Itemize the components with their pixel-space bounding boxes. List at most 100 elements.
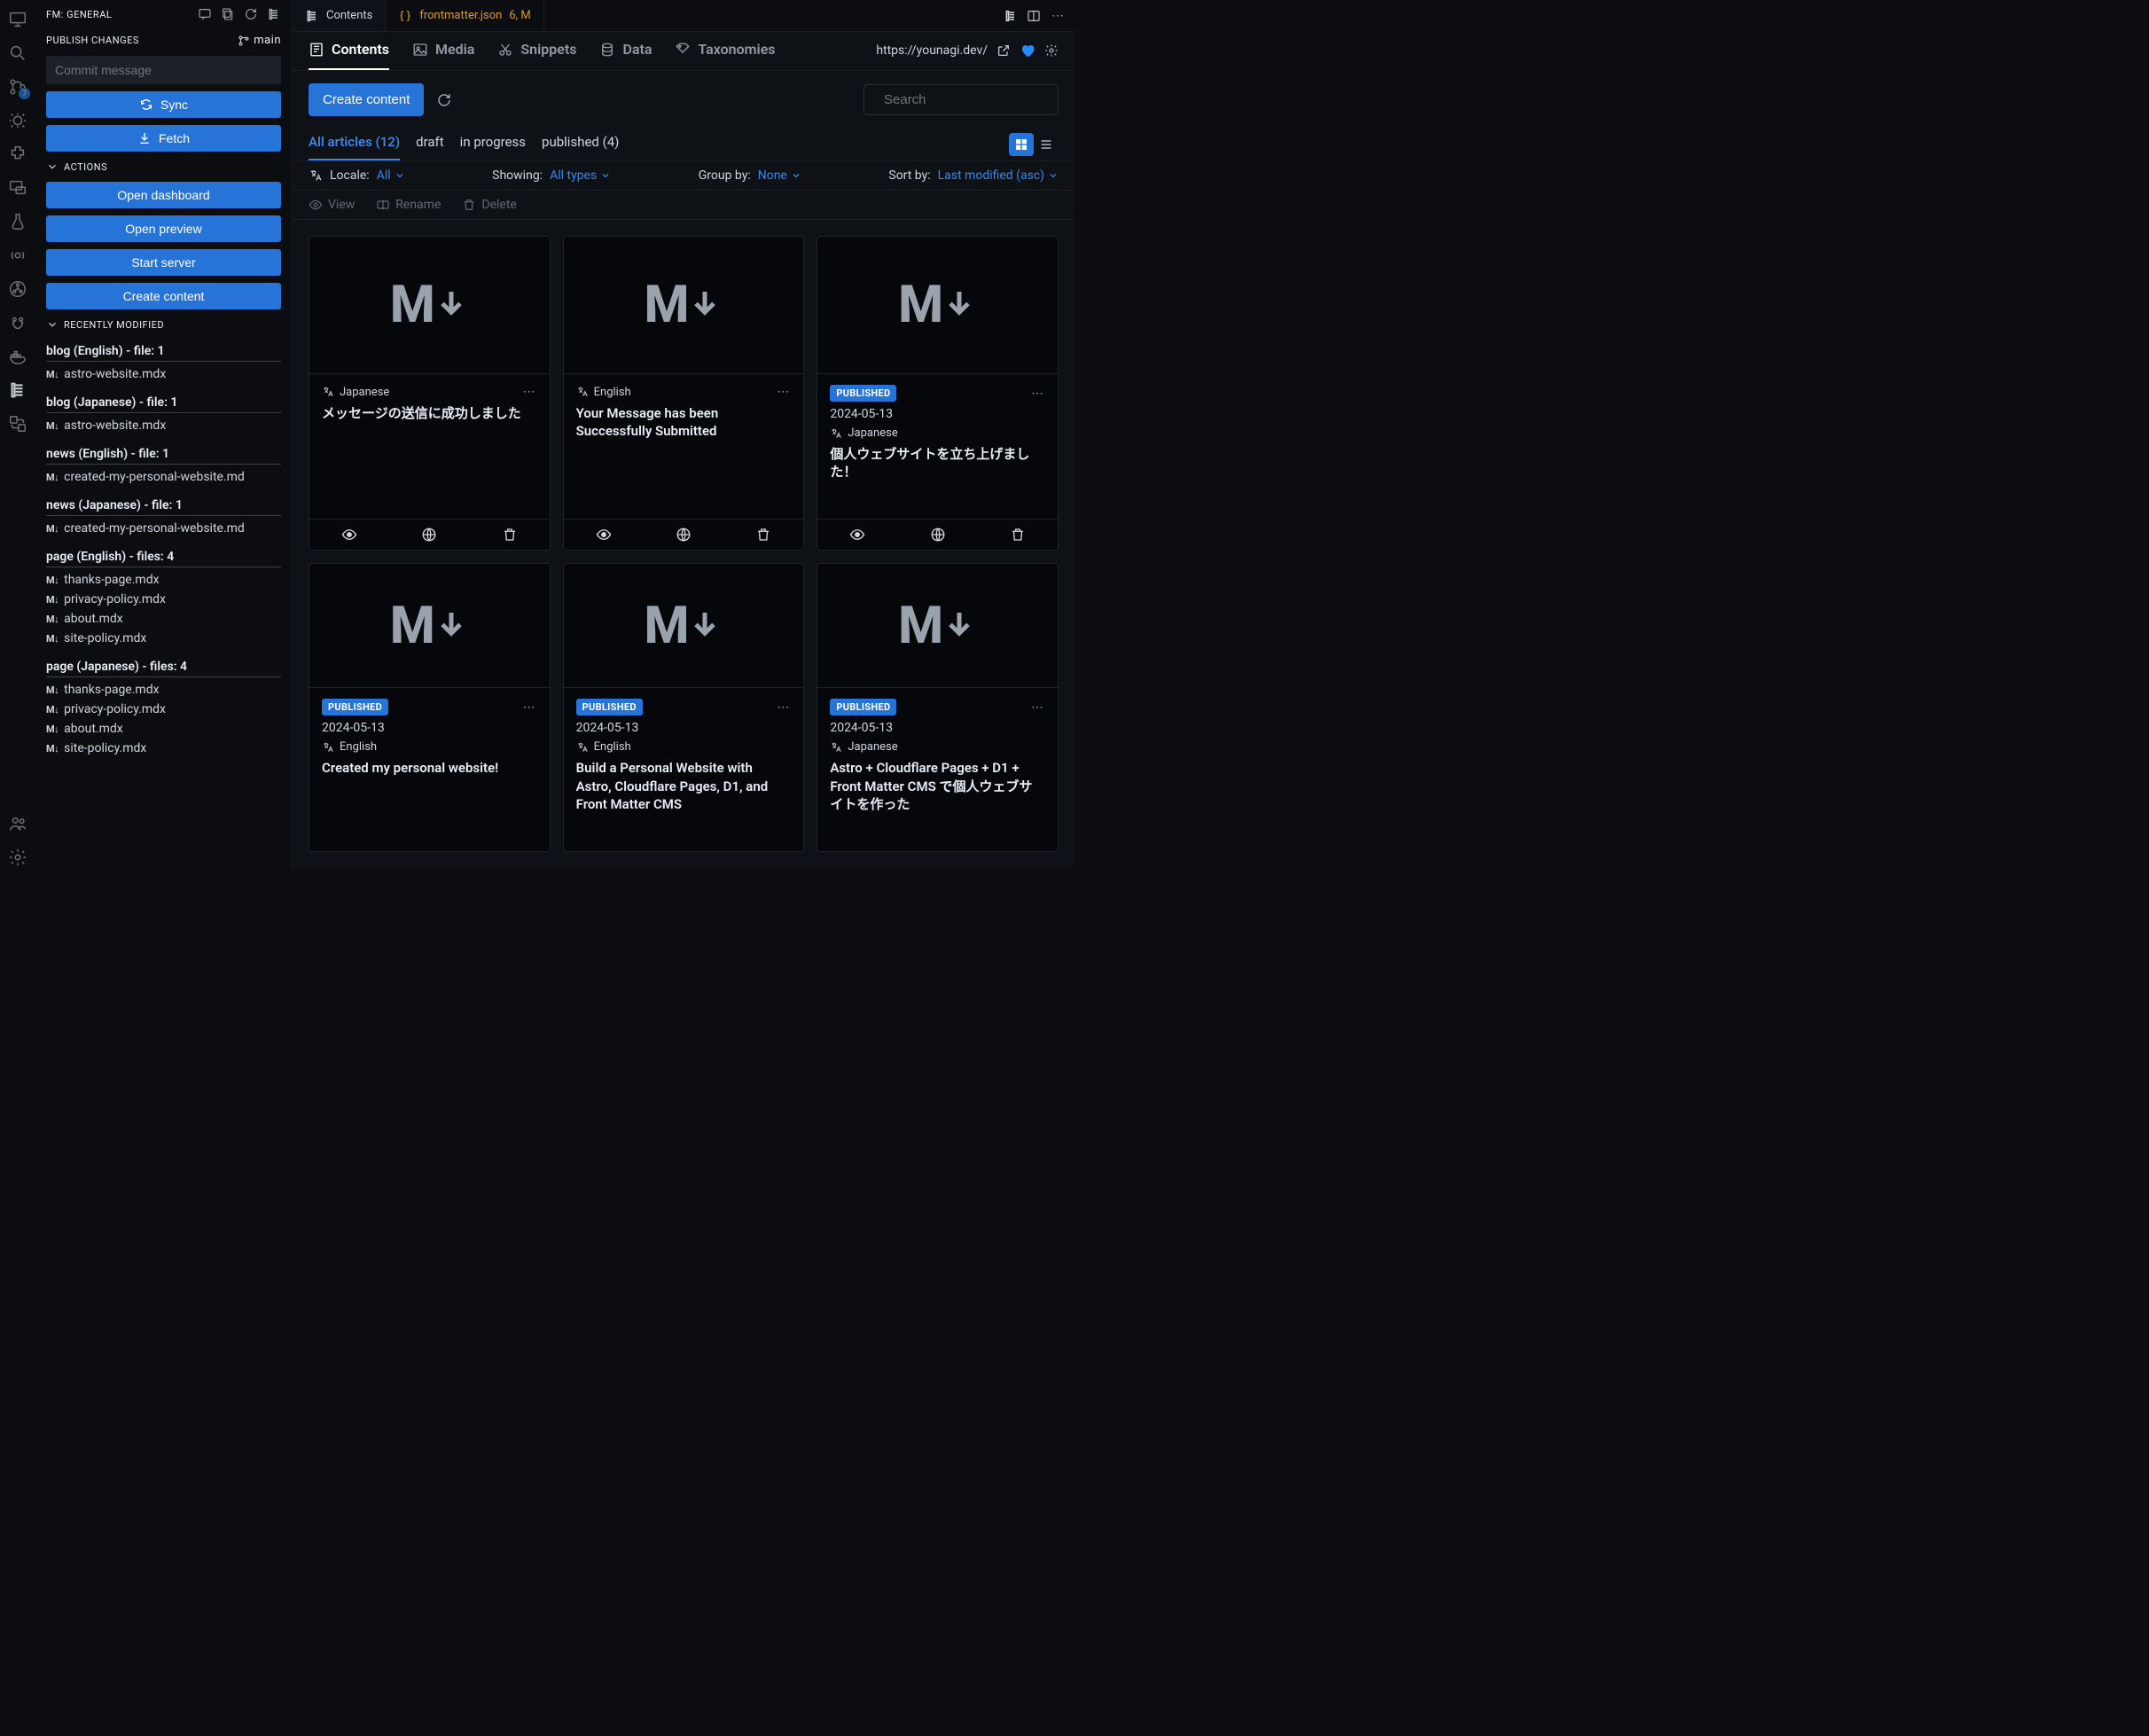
refresh-icon[interactable] — [436, 92, 452, 108]
start-server-button[interactable]: Start server — [46, 249, 281, 276]
recent-group: blog (Japanese) - file: 1M↓astro-website… — [35, 387, 292, 439]
sync-button[interactable]: Sync — [46, 91, 281, 118]
testing-icon[interactable] — [7, 211, 28, 232]
content-card[interactable]: MJapanese⋯メッセージの送信に成功しました — [309, 236, 551, 551]
recent-file-item[interactable]: M↓site-policy.mdx — [46, 629, 281, 648]
card-language: Japanese — [830, 426, 1045, 440]
nav-media[interactable]: Media — [412, 41, 474, 70]
live-icon[interactable] — [7, 245, 28, 266]
refresh-small-icon[interactable] — [244, 7, 258, 21]
grid-view-toggle[interactable] — [1009, 133, 1034, 156]
extensions-icon[interactable] — [7, 144, 28, 165]
recent-file-item[interactable]: M↓privacy-policy.mdx — [46, 590, 281, 609]
search-input[interactable] — [884, 92, 1060, 107]
content-card[interactable]: MPUBLISHED⋯2024-05-13Japanese個人ウェブサイトを立ち… — [817, 236, 1059, 551]
tab-overflow-icon[interactable]: ⋯ — [1050, 9, 1066, 23]
action-rename[interactable]: Rename — [376, 198, 441, 212]
card-delete-icon[interactable] — [502, 527, 518, 543]
tab-frontmatter-json[interactable]: frontmatter.json 6, M — [386, 0, 543, 31]
actions-section[interactable]: ACTIONS — [35, 155, 292, 178]
filter-in-progress[interactable]: in progress — [460, 129, 526, 160]
source-control-icon[interactable]: 7 — [7, 76, 28, 98]
docker-icon[interactable] — [7, 346, 28, 367]
action-delete[interactable]: Delete — [462, 198, 516, 212]
heart-icon[interactable] — [1020, 43, 1035, 59]
card-globe-icon[interactable] — [930, 527, 946, 543]
comment-icon[interactable] — [198, 7, 212, 21]
card-menu-icon[interactable]: ⋯ — [1029, 700, 1045, 715]
create-content-button-sidebar[interactable]: Create content — [46, 283, 281, 309]
settings-icon[interactable] — [7, 847, 28, 868]
nav-snippets[interactable]: Snippets — [497, 41, 576, 70]
search-icon[interactable] — [7, 43, 28, 64]
accounts-icon[interactable] — [7, 813, 28, 834]
content-card[interactable]: MPUBLISHED⋯2024-05-13EnglishBuild a Pers… — [563, 563, 805, 852]
card-view-icon[interactable] — [341, 527, 357, 543]
branch-indicator[interactable]: main — [238, 34, 281, 47]
open-preview-button[interactable]: Open preview — [46, 215, 281, 242]
nav-data[interactable]: Data — [599, 41, 652, 70]
frontmatter-icon[interactable] — [7, 379, 28, 401]
recent-file-item[interactable]: M↓about.mdx — [46, 609, 281, 629]
sort-filter[interactable]: Sort by: Last modified (asc) — [888, 168, 1059, 183]
card-globe-icon[interactable] — [421, 527, 437, 543]
content-card[interactable]: MEnglish⋯Your Message has been Successfu… — [563, 236, 805, 551]
list-view-toggle[interactable] — [1034, 133, 1059, 156]
remote-icon[interactable] — [7, 177, 28, 199]
recent-file-item[interactable]: M↓site-policy.mdx — [46, 739, 281, 758]
markdown-file-icon: M↓ — [46, 614, 59, 625]
open-external-icon[interactable] — [996, 43, 1011, 58]
recent-file-item[interactable]: M↓created-my-personal-website.md — [46, 519, 281, 538]
recently-modified-section[interactable]: RECENTLY MODIFIED — [35, 313, 292, 336]
container-icon[interactable] — [7, 413, 28, 434]
markdown-file-icon: M↓ — [46, 743, 59, 755]
fm-small-icon[interactable] — [267, 7, 281, 21]
card-globe-icon[interactable] — [676, 527, 692, 543]
card-menu-icon[interactable]: ⋯ — [521, 385, 537, 399]
card-view-icon[interactable] — [596, 527, 612, 543]
nav-taxonomies[interactable]: Taxonomies — [675, 41, 775, 70]
card-view-icon[interactable] — [849, 527, 865, 543]
filter-published[interactable]: published (4) — [542, 129, 619, 160]
nav-contents[interactable]: Contents — [309, 41, 389, 70]
card-menu-icon[interactable]: ⋯ — [775, 385, 791, 399]
tab-contents[interactable]: Contents — [293, 0, 386, 31]
copy-icon[interactable] — [221, 7, 235, 21]
card-delete-icon[interactable] — [1010, 527, 1026, 543]
recent-file-item[interactable]: M↓astro-website.mdx — [46, 416, 281, 435]
open-dashboard-button[interactable]: Open dashboard — [46, 182, 281, 208]
card-menu-icon[interactable]: ⋯ — [1029, 387, 1045, 401]
split-editor-icon[interactable] — [1027, 9, 1041, 23]
fm-tab-icon[interactable] — [1004, 9, 1018, 23]
git-graph-icon[interactable] — [7, 278, 28, 300]
create-content-button[interactable]: Create content — [309, 83, 424, 116]
gear-icon[interactable] — [1044, 43, 1059, 58]
card-title: Created my personal website! — [322, 759, 537, 777]
locale-filter[interactable]: Locale: All — [309, 168, 405, 183]
recent-file-item[interactable]: M↓thanks-page.mdx — [46, 680, 281, 700]
content-card[interactable]: MPUBLISHED⋯2024-05-13EnglishCreated my p… — [309, 563, 551, 852]
card-menu-icon[interactable]: ⋯ — [775, 700, 791, 715]
site-url[interactable]: https://younagi.dev/ — [876, 43, 988, 58]
debug-icon[interactable] — [7, 110, 28, 131]
group-filter[interactable]: Group by: None — [699, 168, 801, 183]
recent-file-item[interactable]: M↓astro-website.mdx — [46, 364, 281, 384]
filter-all-articles[interactable]: All articles (12) — [309, 129, 400, 160]
file-name: astro-website.mdx — [64, 418, 166, 433]
action-view[interactable]: View — [309, 198, 355, 212]
search-box[interactable] — [864, 84, 1059, 115]
card-menu-icon[interactable]: ⋯ — [521, 700, 537, 715]
remote-explorer-icon[interactable] — [7, 9, 28, 30]
recent-file-item[interactable]: M↓privacy-policy.mdx — [46, 700, 281, 719]
recent-file-item[interactable]: M↓about.mdx — [46, 719, 281, 739]
recent-file-item[interactable]: M↓thanks-page.mdx — [46, 570, 281, 590]
card-delete-icon[interactable] — [755, 527, 771, 543]
antenna-icon[interactable] — [7, 312, 28, 333]
markdown-file-icon: M↓ — [46, 723, 59, 735]
filter-draft[interactable]: draft — [416, 129, 444, 160]
content-card[interactable]: MPUBLISHED⋯2024-05-13JapaneseAstro + Clo… — [817, 563, 1059, 852]
showing-filter[interactable]: Showing: All types — [492, 168, 611, 183]
recent-file-item[interactable]: M↓created-my-personal-website.md — [46, 467, 281, 487]
commit-message-input[interactable] — [46, 56, 281, 84]
fetch-button[interactable]: Fetch — [46, 125, 281, 152]
